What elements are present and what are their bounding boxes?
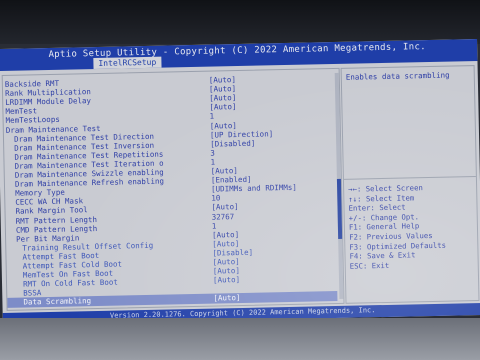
bios-screen: Aptio Setup Utility - Copyright (C) 2022…: [0, 39, 480, 325]
setting-label: Data Scrambling: [23, 296, 92, 307]
key-legend: →←: Select Screen ↑↓: Select Item Enter: S…: [348, 182, 474, 271]
monitor-bezel-bottom: [0, 318, 480, 360]
tab-intelrcsetup[interactable]: IntelRCSetup: [93, 56, 162, 70]
help-divider: [343, 176, 476, 180]
settings-panel: Backside RMT [Auto] Rank Multiplication [Au…: [1, 67, 345, 311]
monitor-bezel-top: [0, 0, 480, 44]
help-text: Enables data scrambling: [345, 70, 450, 82]
settings-list: Backside RMT [Auto] Rank Multiplication [Au…: [3, 69, 339, 309]
key-hint: ESC: Exit: [349, 260, 390, 271]
setting-value[interactable]: [Auto]: [213, 293, 240, 304]
app-title: Aptio Setup Utility - Copyright (C) 2022…: [48, 42, 426, 60]
help-panel: Enables data scrambling →←: Select Scree…: [340, 65, 480, 304]
scrollbar-thumb[interactable]: [336, 178, 343, 239]
